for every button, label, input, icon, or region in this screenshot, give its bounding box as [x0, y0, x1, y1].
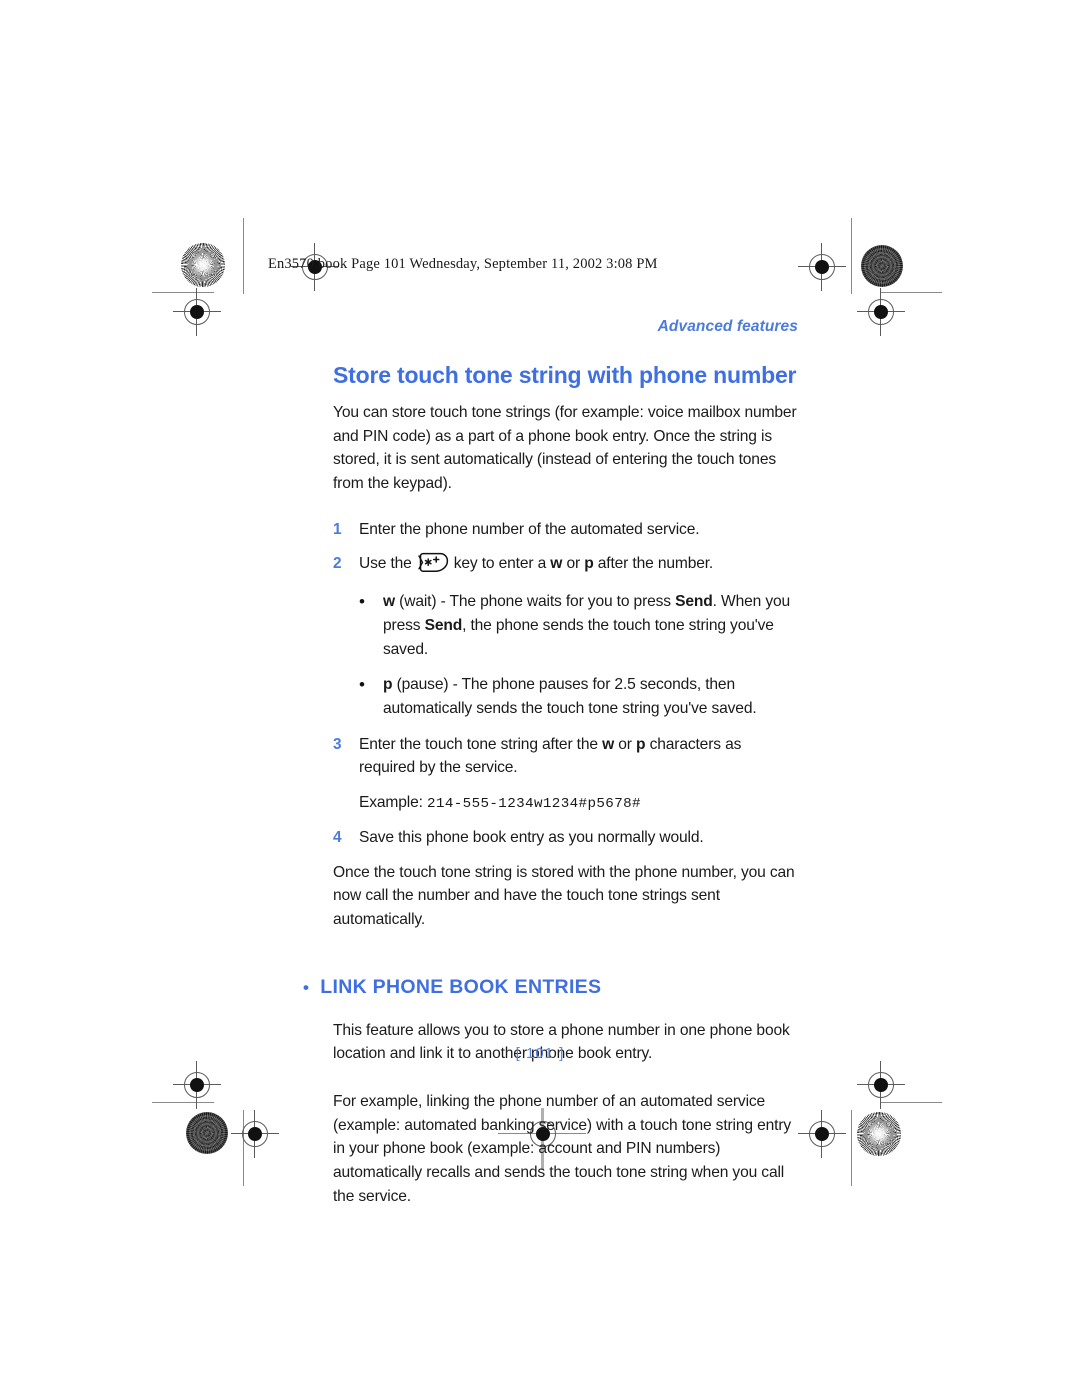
- step-text-segment: or: [562, 555, 585, 573]
- step-text-bold: w: [550, 555, 563, 573]
- step-text: Enter the phone number of the automated …: [359, 518, 798, 542]
- sub-bullet-item: • w (wait) - The phone waits for you to …: [333, 590, 798, 661]
- bullet-glyph: •: [359, 675, 365, 695]
- registration-crosshair-right-lower: [857, 1061, 905, 1109]
- section-bullet-glyph: •: [303, 977, 310, 997]
- step-number: 3: [333, 735, 342, 753]
- registration-crosshair-top-right-inner: [798, 243, 846, 291]
- sub-text-bold: p: [383, 676, 393, 694]
- step-item: 3 Enter the touch tone string after the …: [333, 733, 798, 780]
- example-line: Example: 214-555-1234w1234#p5678#: [359, 794, 798, 812]
- step-item: 1 Enter the phone number of the automate…: [333, 518, 798, 542]
- sub-text-bold: w: [383, 593, 395, 611]
- registration-dark-disc-bottom-left: [186, 1112, 228, 1154]
- trim-line-vertical-bottom-right: [851, 1110, 853, 1186]
- trim-line-vertical-top-right: [851, 218, 853, 294]
- step-number: 1: [333, 520, 342, 538]
- page-number-footer: [ 101 ]: [515, 1045, 565, 1062]
- registration-crosshair-left-upper: [173, 288, 221, 336]
- page-content: Advanced features Store touch tone strin…: [303, 318, 798, 1209]
- registration-crosshair-bottom-left-inner: [231, 1110, 279, 1158]
- sub-bullet-list: • w (wait) - The phone waits for you to …: [333, 590, 798, 720]
- registration-sunburst-bottom-right: [857, 1112, 901, 1156]
- running-head: Advanced features: [657, 318, 798, 335]
- section-title-store-touch-tone: Store touch tone string with phone numbe…: [333, 362, 797, 388]
- section-link-phone-book-entries: • LINK PHONE BOOK ENTRIES This feature a…: [303, 976, 798, 1209]
- numbered-steps-list: 1 Enter the phone number of the automate…: [333, 518, 798, 850]
- sub-bullet-text: w (wait) - The phone waits for you to pr…: [383, 590, 798, 661]
- bullet-glyph: •: [359, 592, 365, 612]
- step-text: Use the key to enter a w or p after the n…: [359, 552, 798, 576]
- step-text-segment: after the number.: [593, 555, 714, 573]
- step-item: 2 Use the key to enter a w or p after the…: [333, 552, 798, 576]
- step-text: Save this phone book entry as you normal…: [359, 826, 798, 850]
- sub-text-bold: Send: [424, 616, 463, 634]
- registration-crosshair-bottom-right-inner: [798, 1110, 846, 1158]
- sub-bullet-text: p (pause) - The phone pauses for 2.5 sec…: [383, 673, 798, 720]
- trim-line-vertical-top-left: [243, 218, 245, 294]
- section1-intro-paragraph: You can store touch tone strings (for ex…: [333, 404, 797, 493]
- step-text-bold: p: [584, 555, 594, 573]
- step-item: 4 Save this phone book entry as you norm…: [333, 826, 798, 850]
- step-text-segment: Save this phone book entry as you normal…: [359, 828, 704, 846]
- step-text: Enter the touch tone string after the w …: [359, 733, 798, 780]
- book-imprint-line: En3570.book Page 101 Wednesday, Septembe…: [268, 256, 658, 272]
- star-plus-key-icon: [417, 552, 449, 573]
- section-title-text: LINK PHONE BOOK ENTRIES: [320, 975, 602, 998]
- example-value: 214-555-1234w1234#p5678#: [427, 795, 641, 812]
- section1-closing-paragraph: Once the touch tone string is stored wit…: [333, 863, 795, 928]
- step-text-segment: Enter the phone number of the automated …: [359, 520, 700, 538]
- step-number: 4: [333, 828, 342, 846]
- sub-bullet-item: • p (pause) - The phone pauses for 2.5 s…: [333, 673, 798, 720]
- registration-dark-disc-top-right: [861, 245, 903, 287]
- step-text-bold: w: [602, 735, 615, 753]
- sub-text-bold: Send: [675, 593, 713, 611]
- step-text-bold: p: [636, 735, 646, 753]
- registration-crosshair-right-upper: [857, 288, 905, 336]
- example-label: Example:: [359, 793, 423, 811]
- registration-crosshair-left-lower: [173, 1061, 221, 1109]
- step-text-segment: or: [614, 735, 637, 753]
- step-number: 2: [333, 555, 342, 573]
- sub-text-segment: (wait) - The phone waits for you to pres…: [394, 593, 676, 611]
- registration-sunburst-top-left: [181, 243, 225, 287]
- sub-text-segment: (pause) - The phone pauses for 2.5 secon…: [383, 676, 757, 717]
- section-title-link-phone-book: • LINK PHONE BOOK ENTRIES: [303, 976, 798, 999]
- step-text-segment: Use the: [359, 555, 412, 573]
- section2-paragraph-2: For example, linking the phone number of…: [333, 1093, 792, 1205]
- step-text-segment: key to enter a: [453, 555, 551, 573]
- step-text-segment: Enter the touch tone string after the: [359, 735, 603, 753]
